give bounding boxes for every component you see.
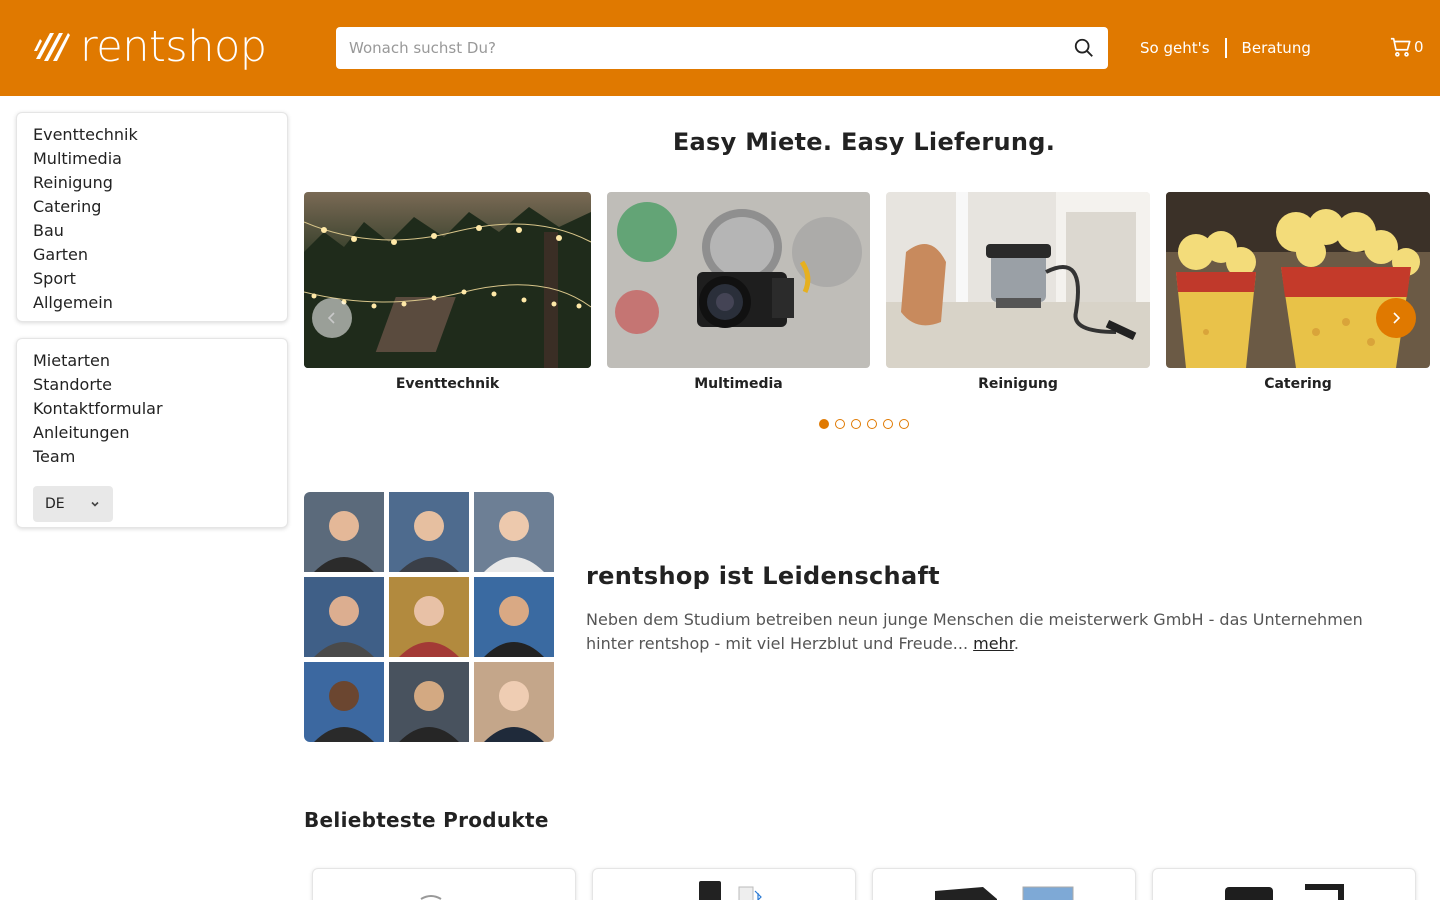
product-image: [699, 881, 762, 900]
slide-label: Catering: [1264, 376, 1332, 392]
category-link-catering[interactable]: Catering: [33, 195, 271, 219]
team-member-photo: [304, 662, 384, 742]
carousel-dot[interactable]: [819, 419, 829, 429]
category-slide-catering[interactable]: Catering: [1166, 192, 1430, 392]
vacuum-cleaner-photo: [886, 192, 1150, 368]
cart-button[interactable]: 0: [1390, 36, 1424, 58]
product-image: [935, 886, 1074, 900]
product-card[interactable]: [872, 868, 1136, 900]
logo-text: rentshop: [80, 21, 267, 72]
carousel-dot[interactable]: [899, 419, 909, 429]
nav-how-it-works[interactable]: So geht's: [1140, 39, 1210, 57]
hero-title: Easy Miete. Easy Lieferung.: [672, 128, 1056, 156]
category-link-garten[interactable]: Garten: [33, 243, 271, 267]
info-link-anleitungen[interactable]: Anleitungen: [33, 421, 271, 445]
category-link-eventtechnik[interactable]: Eventtechnik: [33, 123, 271, 147]
category-link-multimedia[interactable]: Multimedia: [33, 147, 271, 171]
product-image: [1225, 884, 1344, 900]
carousel-dot[interactable]: [851, 419, 861, 429]
cart-count: 0: [1414, 38, 1424, 56]
slide-label: Eventtechnik: [395, 376, 500, 392]
info-menu: Mietarten Standorte Kontaktformular Anle…: [16, 338, 288, 528]
carousel-next-button[interactable]: [1376, 298, 1416, 338]
info-link-kontaktformular[interactable]: Kontaktformular: [33, 397, 271, 421]
team-member-photo: [389, 662, 469, 742]
carousel-dot[interactable]: [835, 419, 845, 429]
carousel-prev-button[interactable]: [312, 298, 352, 338]
string-lights-photo: [304, 192, 591, 368]
product-image: [420, 895, 442, 900]
about-text: Neben dem Studium betreiben neun junge M…: [586, 608, 1386, 656]
chevron-left-icon: [327, 312, 335, 324]
about-more-link[interactable]: mehr: [973, 634, 1014, 653]
nav-consulting[interactable]: Beratung: [1242, 39, 1311, 57]
product-card[interactable]: [312, 868, 576, 900]
team-member-photo: [474, 662, 554, 742]
search-icon[interactable]: [1073, 37, 1095, 59]
product-card[interactable]: [592, 868, 856, 900]
slide-label: Multimedia: [694, 376, 783, 392]
products-title: Beliebteste Produkte: [304, 808, 549, 832]
carousel-dot[interactable]: [867, 419, 877, 429]
carousel-pagination: [819, 419, 915, 429]
category-slide-multimedia[interactable]: Multimedia: [607, 192, 870, 392]
search-input[interactable]: [336, 27, 1073, 69]
about-title: rentshop ist Leidenschaft: [586, 562, 940, 590]
language-select[interactable]: DE: [33, 486, 113, 522]
header-nav: So geht's Beratung: [1140, 37, 1311, 59]
category-slide-reinigung[interactable]: Reinigung: [886, 192, 1150, 392]
category-link-bau[interactable]: Bau: [33, 219, 271, 243]
slide-label: Reinigung: [978, 376, 1058, 392]
rentshop-logo[interactable]: rentshop: [32, 22, 267, 72]
info-link-standorte[interactable]: Standorte: [33, 373, 271, 397]
info-link-team[interactable]: Team: [33, 445, 271, 469]
team-member-photo: [389, 492, 469, 572]
cart-icon: [1390, 37, 1411, 57]
team-member-photo: [304, 492, 384, 572]
category-link-sport[interactable]: Sport: [33, 267, 271, 291]
team-member-photo: [474, 492, 554, 572]
popcorn-photo: [1166, 192, 1430, 368]
info-link-mietarten[interactable]: Mietarten: [33, 349, 271, 373]
category-menu: Eventtechnik Multimedia Reinigung Cateri…: [16, 112, 288, 322]
category-slide-eventtechnik[interactable]: Eventtechnik: [304, 192, 591, 392]
category-link-reinigung[interactable]: Reinigung: [33, 171, 271, 195]
nav-separator: [1224, 38, 1227, 58]
language-value: DE: [45, 496, 65, 512]
site-header: rentshop So geht's Beratung 0: [0, 0, 1440, 96]
search-bar: [336, 27, 1108, 69]
chevron-down-icon: [91, 501, 99, 507]
logo-stripes-icon: [34, 33, 70, 61]
chevron-right-icon: [1393, 312, 1401, 324]
team-photo-grid: [304, 492, 554, 742]
carousel-dot[interactable]: [883, 419, 893, 429]
about-period: .: [1013, 634, 1019, 653]
team-member-photo: [474, 577, 554, 657]
product-card[interactable]: [1152, 868, 1416, 900]
team-member-photo: [389, 577, 469, 657]
camera-photo: [607, 192, 870, 368]
team-member-photo: [304, 577, 384, 657]
category-link-allgemein[interactable]: Allgemein: [33, 291, 271, 315]
